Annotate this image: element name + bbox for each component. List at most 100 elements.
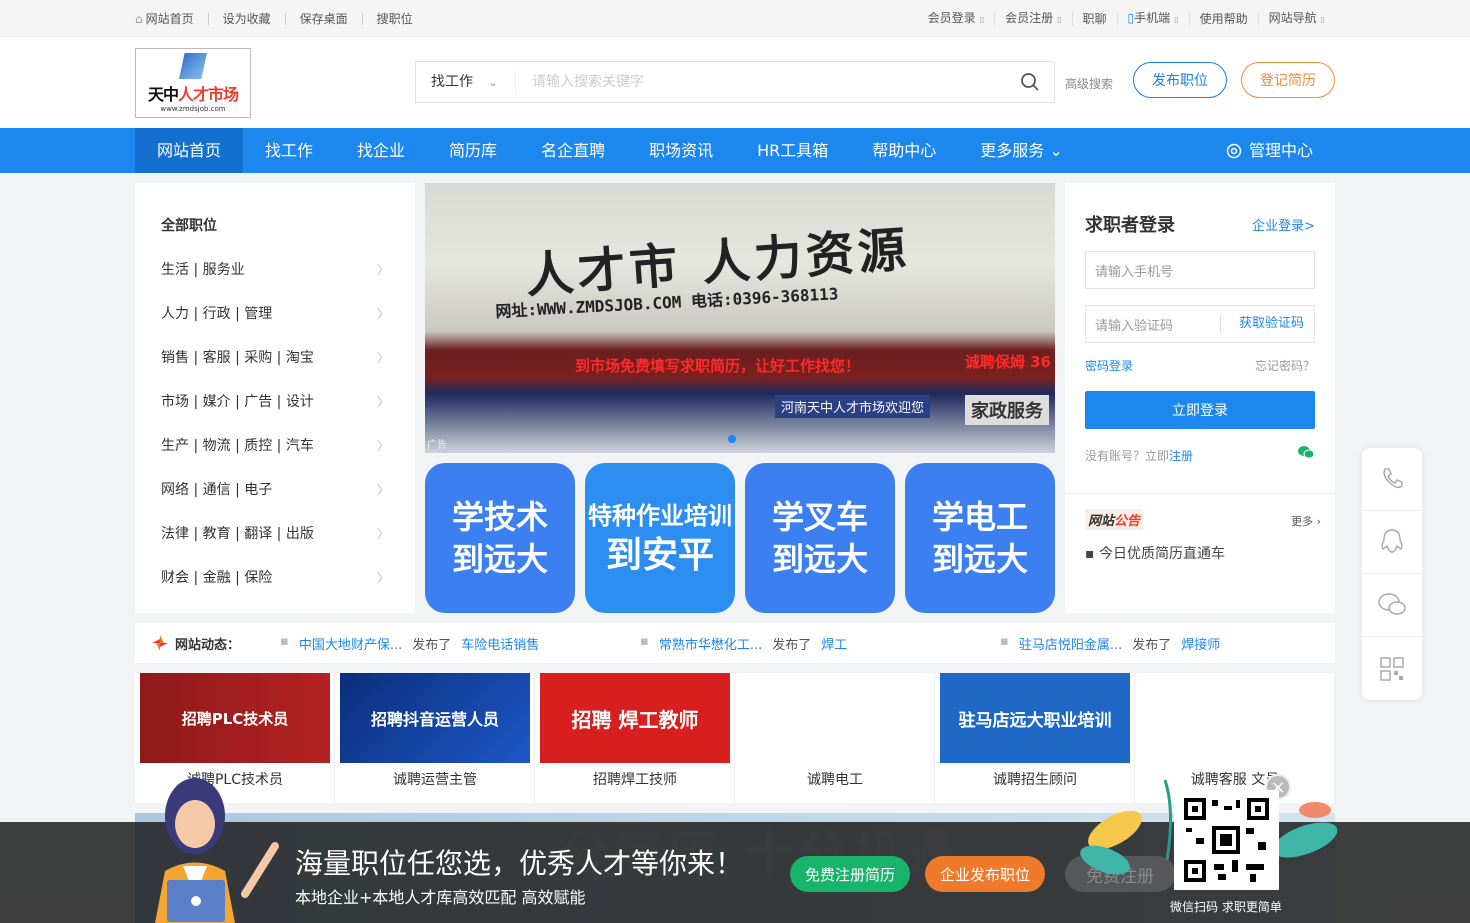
notice-more-link[interactable]: 更多 › (1291, 513, 1321, 529)
chevron-down-icon: ▯ (1057, 14, 1062, 24)
member-register-menu[interactable]: 会员注册 ▯ (995, 11, 1073, 26)
register-link[interactable]: 注册 (1169, 449, 1193, 463)
category-item[interactable]: 财会 | 金融 | 保险〉 (161, 555, 389, 599)
phone-icon (1383, 468, 1403, 489)
chevron-down-icon: ▯ (1174, 14, 1179, 24)
notice-item[interactable]: ▪ 今日优质简历直通车 (1085, 543, 1225, 563)
category-item[interactable]: 市场 | 媒介 | 广告 | 设计〉 (161, 379, 389, 423)
password-login-link[interactable]: 密码登录 (1085, 357, 1133, 374)
side-phone-button[interactable] (1362, 448, 1422, 511)
save-desktop-link[interactable]: 保存桌面 (286, 12, 363, 25)
company-card[interactable]: 招聘抖音运营人员 诚聘运营主管 (335, 673, 535, 803)
nav-item-hr-tools[interactable]: HR工具箱 (735, 128, 850, 173)
post-job-button[interactable]: 发布职位 (1133, 62, 1227, 98)
chevron-right-icon: 〉 (376, 262, 389, 277)
company-card[interactable]: 招聘 焊工教师 招聘焊工技师 (535, 673, 735, 803)
category-all[interactable]: 全部职位 (161, 203, 389, 247)
nav-item-career-news[interactable]: 职场资讯 (627, 128, 735, 173)
nav-item-find-job[interactable]: 找工作 (243, 128, 335, 173)
header: 天中人才市场 www.zmdsjob.com 找工作⌄ 高级搜索 发布职位 登记… (0, 37, 1470, 128)
login-button[interactable]: 立即登录 (1085, 391, 1315, 429)
search-jobs-link[interactable]: 搜职位 (363, 13, 427, 25)
promo-subtitle: 本地企业+本地人才库高效匹配 高效赋能 (295, 888, 586, 907)
nav-item-resume-bank[interactable]: 简历库 (427, 128, 519, 173)
nav-item-find-company[interactable]: 找企业 (335, 128, 427, 173)
ad-tile[interactable]: 学技术 到远大 (425, 463, 575, 613)
side-wechat-button[interactable] (1362, 574, 1422, 637)
top-bar: ⌂ 网站首页 设为收藏 保存桌面 搜职位 会员登录 ▯ 会员注册 ▯ 职聊 ▯手机端 ▯… (0, 0, 1470, 37)
manage-center-link[interactable]: 管理中心 (1225, 128, 1313, 173)
category-item[interactable]: 生活 | 服务业〉 (161, 247, 389, 291)
dynamic-entry[interactable]: ▪ 中国大地财产保... 发布了 车险电话销售 (280, 634, 539, 653)
category-item[interactable]: 人力 | 行政 | 管理〉 (161, 291, 389, 335)
top-bar-left: ⌂ 网站首页 设为收藏 保存桌面 搜职位 (135, 12, 427, 25)
chevron-down-icon: ⌄ (1049, 141, 1063, 160)
qq-icon (1381, 529, 1403, 553)
forgot-password-link[interactable]: 忘记密码？ (1255, 357, 1315, 374)
main-section: 全部职位 生活 | 服务业〉 人力 | 行政 | 管理〉 销售 | 客服 | 采… (135, 183, 1335, 613)
chevron-right-icon: 〉 (376, 350, 389, 365)
chevron-right-icon: 〉 (376, 526, 389, 541)
ad-tile[interactable]: 学电工 到远大 (905, 463, 1055, 613)
get-code-button[interactable]: 获取验证码 (1219, 314, 1314, 334)
category-item[interactable]: 法律 | 教育 | 翻译 | 出版〉 (161, 511, 389, 555)
nav-item-help[interactable]: 帮助中心 (850, 128, 958, 173)
ad-tile[interactable]: 学叉车 到远大 (745, 463, 895, 613)
phone-field[interactable]: 请输入手机号 (1085, 251, 1315, 289)
chevron-right-icon: 〉 (376, 482, 389, 497)
nav-item-famous-companies[interactable]: 名企直聘 (519, 128, 627, 173)
mobile-menu[interactable]: ▯手机端 ▯ (1118, 11, 1190, 26)
search-icon (1021, 73, 1039, 91)
ad-tiles: 学技术 到远大 特种作业培训 到安平 学叉车 到远大 学电工 到远大 (425, 463, 1055, 613)
nav-item-more-services[interactable]: 更多服务 ⌄ (958, 128, 1085, 173)
category-menu: 全部职位 生活 | 服务业〉 人力 | 行政 | 管理〉 销售 | 客服 | 采… (135, 183, 415, 613)
category-item[interactable]: 销售 | 客服 | 采购 | 淘宝〉 (161, 335, 389, 379)
ad-label: 广告 (427, 440, 447, 451)
qr-code-icon (1380, 656, 1404, 681)
enterprise-login-link[interactable]: 企业登录> (1252, 215, 1315, 234)
company-card[interactable]: 正阳牧原农牧 诚聘电工 (735, 673, 935, 803)
chevron-right-icon: › (1316, 515, 1321, 528)
help-link[interactable]: 使用帮助 (1190, 12, 1259, 25)
main-nav: 网站首页 找工作 找企业 简历库 名企直聘 职场资讯 HR工具箱 帮助中心 更多… (0, 128, 1470, 173)
side-qq-button[interactable] (1362, 511, 1422, 574)
wechat-icon[interactable] (1297, 445, 1315, 459)
chat-link[interactable]: 职聊 (1073, 12, 1118, 25)
chevron-right-icon: 〉 (376, 306, 389, 321)
free-register-resume-button[interactable]: 免费注册简历 (790, 856, 910, 892)
side-qrcode-button[interactable] (1362, 637, 1422, 700)
site-dynamics: 网站动态： ▪ 中国大地财产保... 发布了 车险电话销售 ▪ 常熟市华懋化工... 发布… (135, 623, 1335, 663)
ad-tile[interactable]: 特种作业培训 到安平 (585, 463, 735, 613)
search-button[interactable] (1006, 62, 1054, 102)
banner-carousel[interactable]: 人才市 人力资源 网址:WWW.ZMDSJOB.COM 电话:0396-3681… (425, 183, 1055, 453)
enterprise-post-job-button[interactable]: 企业发布职位 (925, 856, 1045, 892)
wechat-icon (1378, 593, 1406, 615)
nav-item-home[interactable]: 网站首页 (135, 128, 244, 173)
chevron-right-icon: 〉 (376, 394, 389, 409)
qr-code-icon (1184, 798, 1269, 882)
logo-mark-icon (179, 53, 207, 79)
dynamic-entry[interactable]: ▪ 驻马店悦阳金属... 发布了 焊接师 (1000, 634, 1220, 653)
wechat-qr-code: 微信扫码 求职更简单 (1170, 790, 1282, 914)
search-type-select[interactable]: 找工作 ⌄ (416, 70, 516, 94)
register-resume-button[interactable]: 登记简历 (1241, 62, 1335, 98)
code-field[interactable]: 请输入验证码 获取验证码 (1085, 305, 1315, 343)
site-nav-menu[interactable]: 网站导航 ▯ (1259, 12, 1335, 26)
login-panel: 求职者登录 企业登录> 请输入手机号 请输入验证码 获取验证码 密码登录 忘记密码… (1065, 183, 1335, 613)
chevron-down-icon: ▯ (1320, 14, 1325, 24)
chevron-right-icon: 〉 (376, 438, 389, 453)
side-toolbar (1362, 448, 1422, 700)
add-favorite-link[interactable]: 设为收藏 (209, 12, 286, 25)
category-item[interactable]: 生产 | 物流 | 质控 | 汽车〉 (161, 423, 389, 467)
member-login-menu[interactable]: 会员登录 ▯ (918, 11, 996, 26)
carousel-dot[interactable] (728, 435, 736, 443)
advanced-search-link[interactable]: 高级搜索 (1065, 75, 1113, 92)
category-item[interactable]: 网络 | 通信 | 电子〉 (161, 467, 389, 511)
gear-icon (1226, 143, 1242, 158)
login-title: 求职者登录 (1085, 215, 1175, 236)
site-logo[interactable]: 天中人才市场 www.zmdsjob.com (135, 48, 251, 118)
search-input[interactable] (516, 74, 1006, 90)
notice-title: 网站公告 (1085, 509, 1144, 530)
dynamic-entry[interactable]: ▪ 常熟市华懋化工... 发布了 焊工 (640, 634, 847, 653)
home-link[interactable]: ⌂ 网站首页 (135, 12, 209, 25)
